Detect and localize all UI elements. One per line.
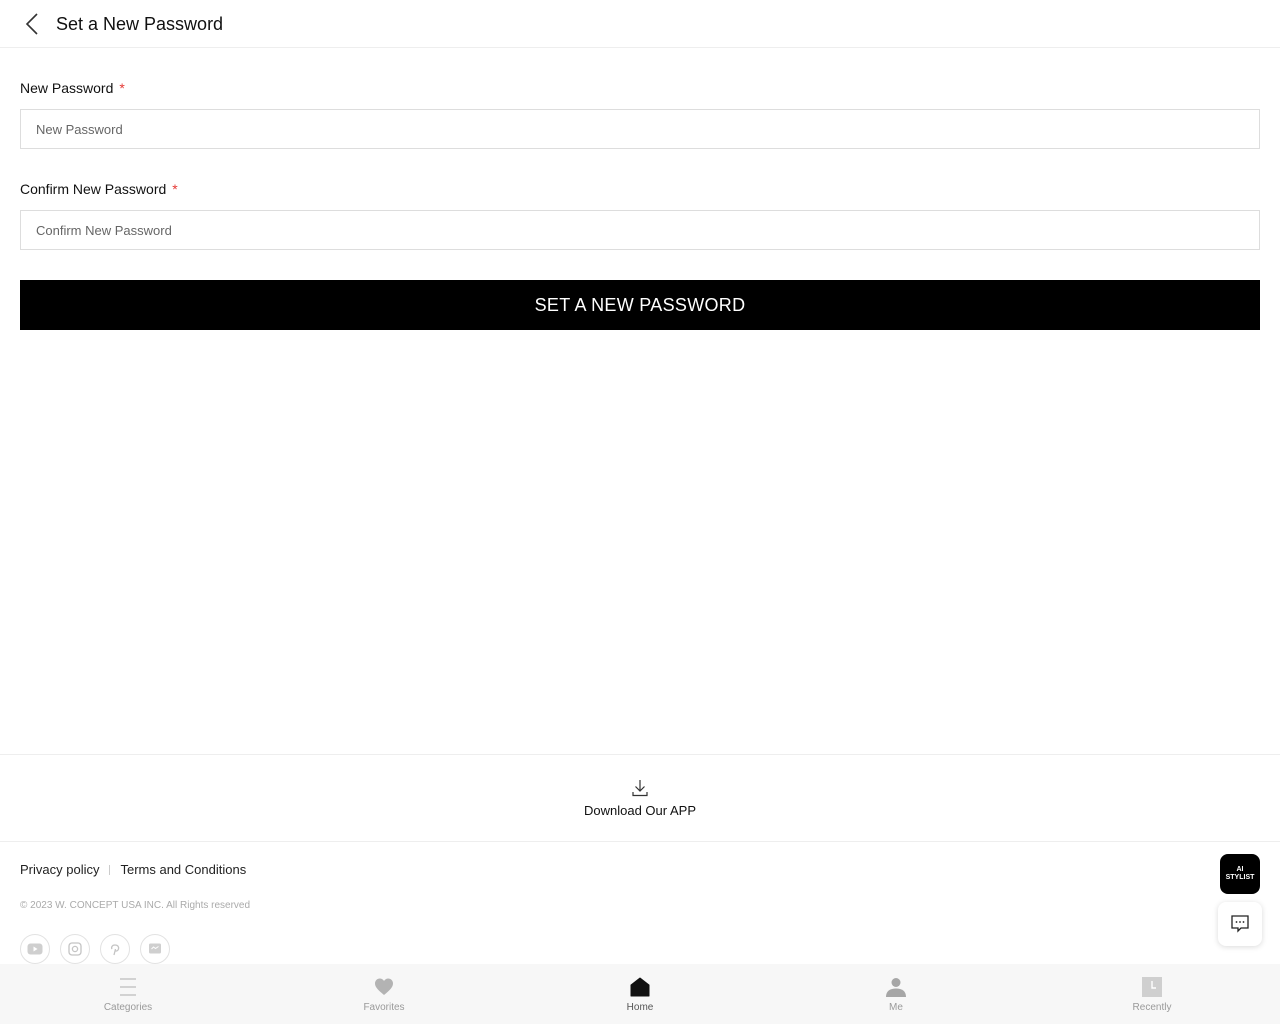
instagram-icon [68, 942, 82, 956]
messenger-icon [149, 943, 161, 954]
nav-item-me[interactable]: Me [768, 964, 1024, 1024]
confirm-password-input[interactable] [20, 210, 1260, 250]
new-password-input[interactable] [20, 109, 1260, 149]
footer-links: Privacy policy Terms and Conditions [20, 862, 246, 877]
copyright-text: © 2023 W. CONCEPT USA INC. All Rights re… [20, 900, 251, 911]
new-password-label: New Password * [20, 78, 125, 98]
nav-label-recently: Recently [1132, 1001, 1172, 1013]
messenger-link[interactable] [140, 934, 170, 964]
nav-label-favorites: Favorites [363, 1001, 405, 1013]
divider [109, 864, 111, 875]
nav-label-categories: Categories [103, 1001, 153, 1013]
home-icon [630, 977, 650, 996]
back-button[interactable] [20, 12, 44, 36]
header-bar: Set a New Password [0, 0, 1280, 48]
pinterest-link[interactable] [100, 934, 130, 964]
ai-stylist-label-line2: STYLIST [1225, 874, 1255, 881]
pinterest-icon [110, 944, 120, 956]
heart-icon [375, 978, 393, 995]
nav-item-categories[interactable]: Categories [0, 964, 256, 1024]
terms-link[interactable]: Terms and Conditions [120, 862, 246, 877]
chat-button[interactable] [1218, 902, 1262, 946]
ai-stylist-button[interactable]: AI STYLIST [1220, 854, 1260, 894]
chat-icon [1231, 915, 1249, 933]
confirm-password-label-text: Confirm New Password [20, 181, 167, 197]
ai-stylist-label-line1: AI [1236, 866, 1244, 873]
menu-icon [120, 977, 136, 996]
bottom-navigation: Categories Favorites Home Me Recently [0, 964, 1280, 1024]
social-links [20, 934, 170, 964]
required-mark: * [172, 181, 178, 197]
confirm-password-label: Confirm New Password * [20, 179, 178, 199]
clock-icon [1142, 976, 1162, 997]
nav-item-favorites[interactable]: Favorites [256, 964, 512, 1024]
youtube-link[interactable] [20, 934, 50, 964]
nav-label-home: Home [626, 1001, 654, 1013]
required-mark: * [119, 80, 125, 96]
download-app-link[interactable]: Download Our APP [0, 754, 1280, 842]
person-icon [886, 977, 906, 997]
set-new-password-button[interactable]: SET A NEW PASSWORD [20, 280, 1260, 330]
youtube-icon [27, 943, 43, 955]
page-title: Set a New Password [56, 14, 224, 34]
instagram-link[interactable] [60, 934, 90, 964]
nav-item-home[interactable]: Home [512, 964, 768, 1024]
download-app-label: Download Our APP [583, 802, 696, 818]
nav-label-me: Me [889, 1001, 903, 1013]
privacy-policy-link[interactable]: Privacy policy [20, 862, 99, 877]
new-password-label-text: New Password [20, 80, 114, 96]
chevron-left-icon [25, 13, 38, 35]
download-icon [632, 779, 648, 796]
nav-item-recently[interactable]: Recently [1024, 964, 1280, 1024]
